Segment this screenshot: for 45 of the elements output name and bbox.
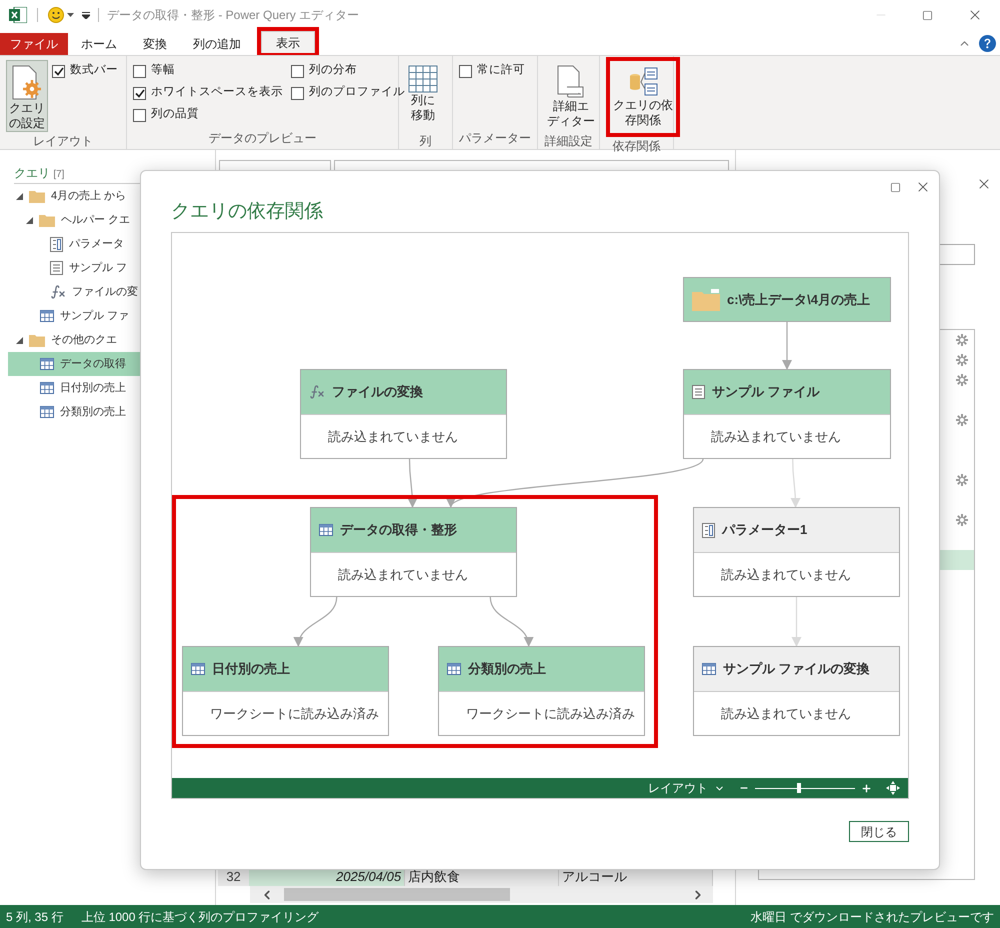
query-label: データの取得 [60,356,126,372]
query-label: 4月の売上 から [51,188,126,204]
status-text: 上位 1000 行に基づく列のプロファイリング [81,908,319,926]
group-label: 詳細設定 [544,133,594,150]
node-status: 読み込まれていません [328,428,458,446]
query-label: サンプル ファ [60,308,130,324]
group-label: レイアウト [32,133,94,150]
group-label: パラメーター [458,130,532,147]
node-status: ワークシートに読み込み済み [466,704,635,723]
group-label: 依存関係 [612,138,662,155]
dialog-title: クエリの依存関係 [171,200,323,224]
node-status: 読み込まれていません [721,566,851,584]
node-status: 読み込まれていません [711,428,841,446]
query-label: 分類別の売上 [60,404,126,420]
node-status: 読み込まれていません [338,566,468,584]
group-label: データのプレビュー [208,130,318,147]
query-label: その他のクエ [51,332,117,348]
node-title: c:\売上データ\4月の売上 [727,290,870,309]
checkbox-label: 列のプロファイル [309,84,405,100]
node-title: データの取得・整形 [340,521,457,540]
row-number: 32 [225,868,242,886]
node-status: 読み込まれていません [721,704,851,723]
node-status: ワークシートに読み込み済み [210,704,379,723]
status-text: 水曜日 でダウンロードされたプレビューです [750,908,994,926]
query-label: ファイルの変 [72,284,138,300]
checkbox-label: 常に許可 [477,62,525,78]
query-label: パラメータ [69,236,124,252]
pane-title: クエリ [7] [14,165,64,182]
node-title: 分類別の売上 [468,660,546,678]
query-label: 日付別の売上 [60,380,126,396]
node-title: ファイルの変換 [332,383,423,402]
query-label: サンプル フ [69,260,128,276]
window-title: データの取得・整形 - Power Query エディター [107,7,360,24]
node-title: パラメーター1 [722,521,808,540]
checkbox-label: 等幅 [151,62,175,78]
group-label: 列 [418,133,432,150]
node-title: サンプル ファイル [712,383,820,402]
checkbox-label: 列の分布 [309,62,357,78]
node-title: 日付別の売上 [212,660,290,678]
checkbox-label: 列の品質 [151,106,199,122]
node-title: サンプル ファイルの変換 [723,660,870,678]
query-label: ヘルパー クエ [61,212,130,228]
status-text: 5 列, 35 行 [6,908,64,926]
checkbox-label: 数式バー [70,62,118,78]
checkbox-label: ホワイトスペースを表示 [151,84,283,100]
